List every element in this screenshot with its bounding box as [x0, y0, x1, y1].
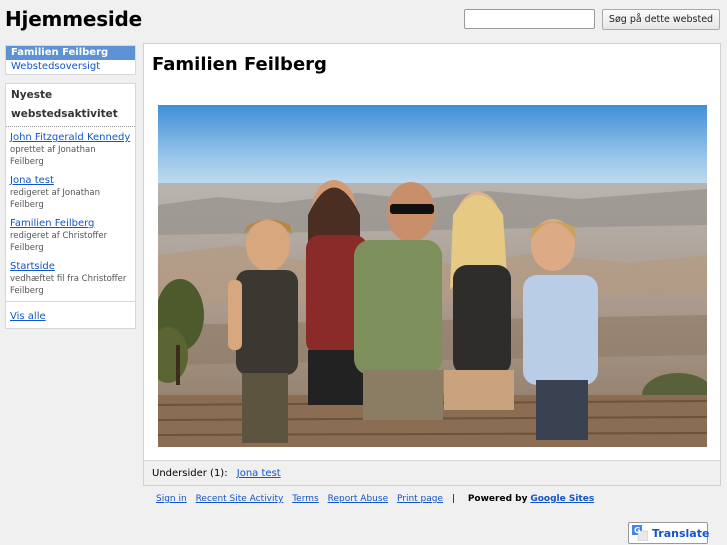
view-all-link[interactable]: Vis alle — [10, 311, 46, 322]
recent-activity-heading: Nyeste webstedsaktivitet — [6, 84, 135, 127]
activity-item: Jona test redigeret af Jonathan Feilberg — [6, 172, 135, 215]
activity-item-meta: oprettet af Jonathan Feilberg — [10, 145, 96, 167]
footer-separator: | — [451, 494, 455, 504]
activity-item-meta: redigeret af Christoffer Feilberg — [10, 231, 108, 253]
activity-item: Startside vedhæftet fil fra Christoffer … — [6, 258, 135, 301]
activity-item-meta: redigeret af Jonathan Feilberg — [10, 188, 101, 210]
main-content: Familien Feilberg Undersider (1): Jona t… — [143, 43, 721, 486]
sidebar-navigation: Familien Feilberg Webstedsoversigt — [5, 45, 136, 75]
terms-link[interactable]: Terms — [292, 494, 319, 504]
activity-item-link[interactable]: Jona test — [10, 174, 131, 187]
search-input[interactable] — [464, 9, 595, 29]
google-sites-link[interactable]: Google Sites — [530, 494, 594, 504]
view-all-row: Vis alle — [6, 301, 135, 328]
activity-item-link[interactable]: Startside — [10, 260, 131, 273]
subpages-bar: Undersider (1): Jona test — [144, 460, 720, 485]
activity-item-link[interactable]: John Fitzgerald Kennedy — [10, 131, 131, 144]
svg-text:G: G — [634, 526, 641, 535]
google-translate-icon: G — [632, 525, 649, 542]
recent-activity-panel: Nyeste webstedsaktivitet John Fitzgerald… — [5, 83, 136, 329]
print-page-link[interactable]: Print page — [397, 494, 443, 504]
page-title: Familien Feilberg — [152, 54, 327, 75]
activity-item-meta: vedhæftet fil fra Christoffer Feilberg — [10, 274, 127, 296]
subpages-label: Undersider (1): — [152, 468, 228, 479]
sidebar-item-familien-feilberg[interactable]: Familien Feilberg — [6, 46, 135, 60]
footer: Sign in Recent Site Activity Terms Repor… — [156, 494, 600, 504]
translate-label: Translate — [652, 526, 710, 540]
sidebar-item-webstedsoversigt[interactable]: Webstedsoversigt — [6, 60, 135, 74]
powered-by-label: Powered by — [467, 494, 528, 504]
sign-in-link[interactable]: Sign in — [156, 494, 187, 504]
activity-item: Familien Feilberg redigeret af Christoff… — [6, 215, 135, 258]
activity-item-link[interactable]: Familien Feilberg — [10, 217, 131, 230]
activity-item: John Fitzgerald Kennedy oprettet af Jona… — [6, 129, 135, 172]
recent-site-activity-link[interactable]: Recent Site Activity — [196, 494, 284, 504]
report-abuse-link[interactable]: Report Abuse — [328, 494, 389, 504]
search-site-button[interactable]: Søg på dette websted — [602, 9, 720, 30]
family-photo — [158, 105, 707, 447]
translate-button[interactable]: G Translate — [628, 522, 710, 544]
subpage-link[interactable]: Jona test — [237, 468, 281, 479]
site-title: Hjemmeside — [5, 7, 143, 31]
